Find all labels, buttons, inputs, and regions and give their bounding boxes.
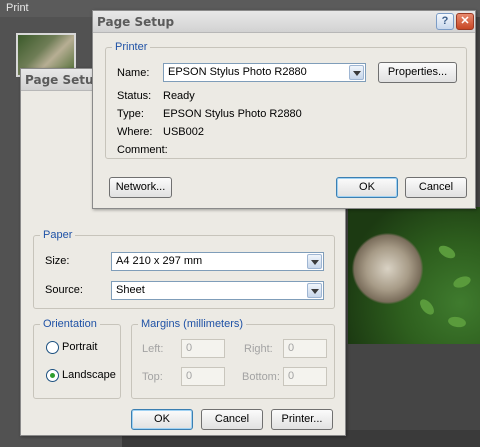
paper-size-value: A4 210 x 297 mm bbox=[116, 255, 203, 267]
front-dialog-title: Page Setup bbox=[97, 15, 175, 29]
printer-group: Printer Name: EPSON Stylus Photo R2880 P… bbox=[105, 41, 467, 159]
printer-status-value: Ready bbox=[163, 90, 195, 102]
printer-where-label: Where: bbox=[117, 126, 153, 138]
orientation-group: Orientation Portrait Landscape bbox=[33, 318, 121, 399]
margin-top-label: Top: bbox=[142, 371, 163, 383]
printer-name-value: EPSON Stylus Photo R2880 bbox=[168, 66, 307, 78]
paper-source-combo[interactable]: Sheet bbox=[111, 281, 324, 300]
printer-status-label: Status: bbox=[117, 90, 152, 102]
paper-group: Paper Size: A4 210 x 297 mm Source: Shee… bbox=[33, 229, 335, 309]
margin-bottom-input[interactable]: 0 bbox=[283, 367, 327, 386]
front-cancel-button[interactable]: Cancel bbox=[405, 177, 467, 198]
chevron-down-icon[interactable] bbox=[307, 254, 322, 269]
margin-top-input[interactable]: 0 bbox=[181, 367, 225, 386]
paper-size-combo[interactable]: A4 210 x 297 mm bbox=[111, 252, 324, 271]
help-icon[interactable]: ? bbox=[436, 13, 454, 30]
back-dialog-title: Page Setup bbox=[25, 73, 103, 87]
orientation-group-label: Orientation bbox=[40, 318, 100, 330]
printer-group-label: Printer bbox=[112, 41, 151, 53]
printer-comment-label: Comment: bbox=[117, 144, 168, 156]
margin-bottom-label: Bottom: bbox=[242, 371, 280, 383]
margin-right-input[interactable]: 0 bbox=[283, 339, 327, 358]
cancel-button[interactable]: Cancel bbox=[201, 409, 263, 430]
front-dialog-titlebar[interactable]: Page Setup ? ✕ bbox=[93, 11, 475, 33]
ok-button[interactable]: OK bbox=[131, 409, 193, 430]
margins-group-label: Margins (millimeters) bbox=[138, 318, 247, 330]
source-label: Source: bbox=[45, 284, 83, 296]
properties-button[interactable]: Properties... bbox=[378, 62, 457, 83]
printer-type-label: Type: bbox=[117, 108, 144, 120]
printer-where-value: USB002 bbox=[163, 126, 204, 138]
paper-source-value: Sheet bbox=[116, 284, 145, 296]
printer-name-combo[interactable]: EPSON Stylus Photo R2880 bbox=[163, 63, 366, 82]
portrait-radio[interactable] bbox=[46, 341, 59, 354]
page-setup-dialog-front: Page Setup ? ✕ Printer Name: EPSON Stylu… bbox=[92, 10, 476, 209]
close-icon[interactable]: ✕ bbox=[456, 13, 474, 30]
printer-button[interactable]: Printer... bbox=[271, 409, 333, 430]
size-label: Size: bbox=[45, 255, 70, 267]
chevron-down-icon[interactable] bbox=[307, 283, 322, 298]
landscape-radio[interactable] bbox=[46, 369, 59, 382]
front-ok-button[interactable]: OK bbox=[336, 177, 398, 198]
portrait-label[interactable]: Portrait bbox=[62, 341, 97, 353]
chevron-down-icon[interactable] bbox=[349, 65, 364, 80]
network-button[interactable]: Network... bbox=[109, 177, 172, 198]
margin-right-label: Right: bbox=[244, 343, 273, 355]
landscape-label[interactable]: Landscape bbox=[62, 369, 116, 381]
cat-photo-preview bbox=[348, 207, 480, 344]
printer-name-label: Name: bbox=[117, 67, 150, 79]
paper-group-label: Paper bbox=[40, 229, 76, 241]
printer-type-value: EPSON Stylus Photo R2880 bbox=[163, 108, 302, 120]
margin-left-label: Left: bbox=[142, 343, 164, 355]
margins-group: Margins (millimeters) Left: 0 Right: 0 T… bbox=[131, 318, 335, 399]
margin-left-input[interactable]: 0 bbox=[181, 339, 225, 358]
